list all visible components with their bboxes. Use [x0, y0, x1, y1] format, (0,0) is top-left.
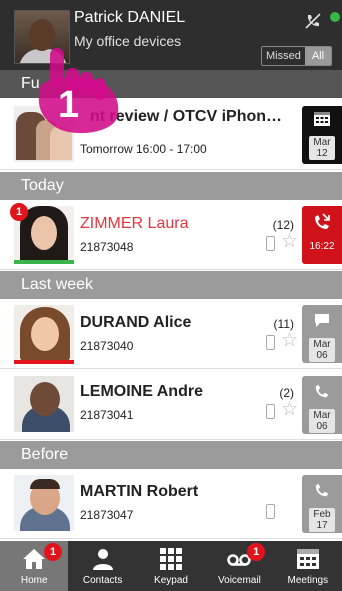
call-tile[interactable]: Feb 17 — [302, 475, 342, 533]
meeting-title: nt review / OTCV iPhon… — [90, 108, 283, 125]
mobile-phone-icon — [266, 404, 275, 419]
favorite-star-icon[interactable]: ☆ — [281, 400, 298, 419]
contact-photo — [14, 305, 74, 361]
filter-missed[interactable]: Missed — [262, 47, 305, 65]
voicemail-badge: 1 — [247, 543, 266, 561]
tutorial-step-number: 1 — [58, 84, 80, 126]
meetings-icon — [296, 549, 319, 569]
mobile-phone-icon — [266, 504, 275, 519]
section-today: Today — [0, 172, 342, 200]
list-item-call[interactable]: DURAND Alice 21873040 (11) ☆ Mar 06 — [0, 299, 342, 369]
presence-available-bar — [14, 260, 74, 264]
mute-icon[interactable] — [304, 12, 322, 30]
tab-bar: 1 Home Contacts Keypad 1 Voicemail Meeti… — [0, 541, 342, 591]
header: Patrick DANIEL My office devices Missed … — [0, 0, 342, 70]
tab-label: Contacts — [82, 575, 123, 586]
filter-all[interactable]: All — [304, 47, 332, 65]
list-item-call[interactable]: MARTIN Robert 21873047 Feb 17 — [0, 469, 342, 539]
favorite-star-icon[interactable]: ☆ — [281, 331, 298, 350]
contact-number: 21873041 — [80, 408, 134, 422]
message-tile[interactable]: Mar 06 — [302, 305, 342, 363]
contact-number: 21873047 — [80, 508, 134, 522]
keypad-icon — [160, 548, 183, 570]
presence-busy-bar — [14, 360, 74, 364]
section-before: Before — [0, 441, 342, 469]
contact-number: 21873040 — [80, 339, 134, 353]
contact-number: 21873048 — [80, 240, 134, 254]
list-item-meeting[interactable]: nt review / OTCV iPhon… Tomorrow 16:00 -… — [0, 100, 342, 170]
tab-label: Keypad — [154, 575, 188, 586]
list-item-call[interactable]: 1 ZIMMER Laura 21873048 (12) ☆ 16:22 — [0, 200, 342, 270]
presence-status-dot — [330, 12, 340, 22]
mobile-phone-icon — [266, 335, 275, 350]
contact-photo — [14, 475, 74, 531]
call-tile[interactable]: Mar 06 — [302, 376, 342, 434]
missed-count-badge: 1 — [10, 203, 28, 221]
meeting-date-tile[interactable]: Mar 12 — [302, 106, 342, 164]
tab-label: Meetings — [287, 575, 329, 586]
user-name: Patrick DANIEL — [74, 9, 186, 26]
user-avatar[interactable] — [14, 10, 70, 64]
favorite-star-icon[interactable]: ☆ — [281, 232, 298, 251]
message-icon — [315, 314, 329, 327]
tab-label: Voicemail — [218, 575, 261, 586]
mobile-phone-icon — [266, 236, 275, 251]
contacts-icon — [92, 549, 113, 570]
call-count: (2) — [279, 386, 294, 400]
contact-name: DURAND Alice — [80, 314, 192, 331]
tab-home[interactable]: 1 Home — [0, 541, 69, 591]
calendar-icon — [314, 112, 330, 126]
call-filter[interactable]: Missed All — [261, 46, 333, 66]
call-date: Feb 17 — [309, 508, 335, 532]
call-date: Mar 06 — [309, 409, 335, 433]
missed-call-tile[interactable]: 16:22 — [302, 206, 342, 264]
meeting-time: Tomorrow 16:00 - 17:00 — [80, 142, 207, 156]
contact-name: ZIMMER Laura — [80, 215, 189, 232]
call-count: (12) — [272, 218, 294, 232]
section-last-week: Last week — [0, 271, 342, 299]
contact-name: MARTIN Robert — [80, 483, 199, 500]
section-future: Fu — [0, 70, 342, 98]
call-count: (11) — [273, 317, 294, 331]
tab-keypad[interactable]: Keypad — [137, 541, 205, 591]
message-date: Mar 06 — [309, 338, 335, 362]
phone-icon — [315, 384, 329, 398]
home-badge: 1 — [44, 543, 62, 561]
contact-name: LEMOINE Andre — [80, 383, 203, 400]
contact-photo — [14, 376, 74, 432]
home-icon — [23, 549, 46, 569]
tab-contacts[interactable]: Contacts — [68, 541, 136, 591]
tab-label: Home — [20, 575, 48, 586]
phone-missed-icon — [315, 213, 330, 229]
device-selector[interactable]: My office devices — [74, 33, 181, 49]
phone-icon — [315, 483, 329, 497]
call-time: 16:22 — [309, 241, 335, 252]
list-item-call[interactable]: LEMOINE Andre 21873041 (2) ☆ Mar 06 — [0, 370, 342, 440]
tab-meetings[interactable]: Meetings — [274, 541, 342, 591]
meeting-date: Mar 12 — [309, 136, 335, 160]
tab-voicemail[interactable]: 1 Voicemail — [205, 541, 273, 591]
